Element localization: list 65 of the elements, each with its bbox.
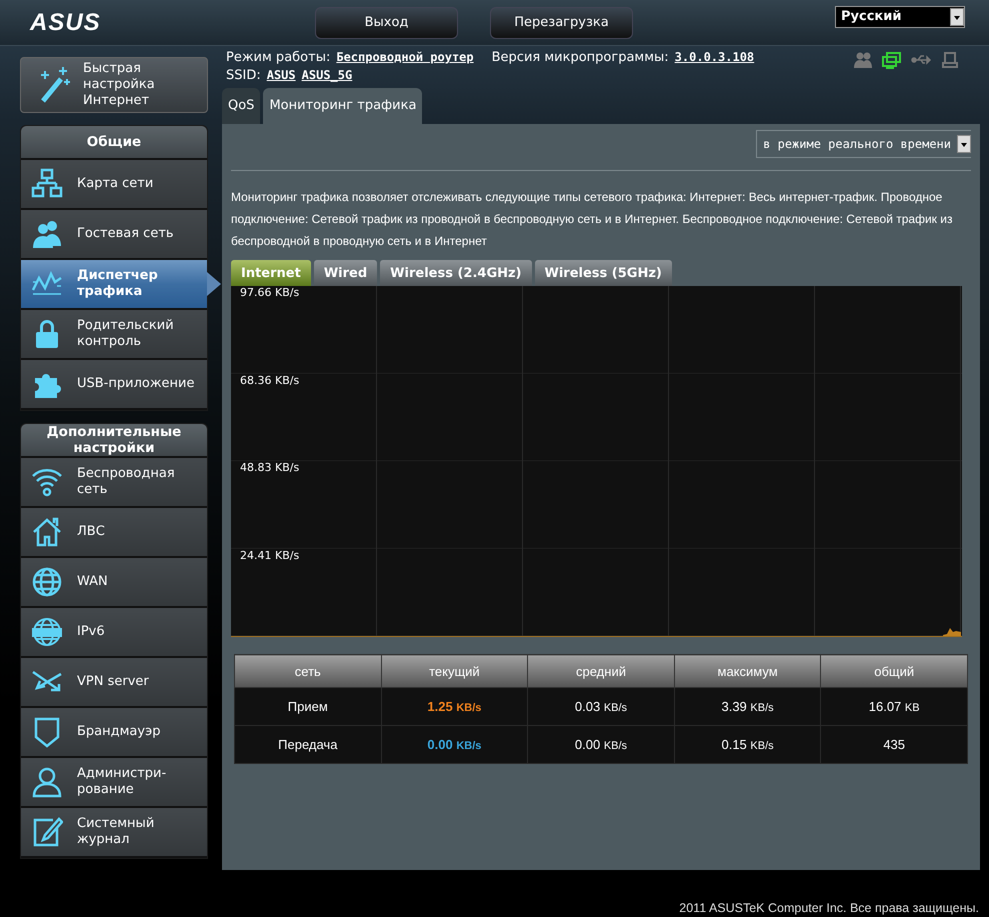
info-label: SSID: — [226, 68, 261, 82]
table-cell: Передача — [234, 726, 382, 764]
traffic-tab[interactable]: Wireless (2.4GHz) — [380, 260, 532, 286]
page-tab[interactable]: Мониторинг трафика — [263, 88, 422, 124]
axis-label: 97.66 KB/s — [240, 286, 300, 300]
section-header: Общие — [21, 126, 207, 160]
ssid-link[interactable]: ASUS — [266, 68, 296, 82]
firmware-link[interactable]: 3.0.0.3.108 — [674, 50, 754, 64]
menu-item[interactable]: Брандмауэр — [21, 708, 207, 758]
table-cell: 0.00 KB/s — [528, 726, 674, 764]
menu-item[interactable]: Карта сети — [21, 160, 207, 210]
menu-item[interactable]: IPv6 — [21, 608, 207, 658]
menu-item[interactable]: Беспроводная сеть — [21, 458, 207, 508]
asus-logo: ASUS — [30, 8, 102, 36]
menu-item[interactable]: Гостевая сеть — [21, 210, 207, 260]
menu-item[interactable]: WAN — [21, 558, 207, 608]
copyright-text: 2011 ASUSTeK Computer Inc. Все права защищены. — [679, 901, 979, 915]
axis-label: 48.83 KB/s — [240, 461, 300, 475]
header-button[interactable]: Перезагрузка — [490, 6, 633, 38]
column-header: текущий — [381, 654, 528, 688]
globe-icon — [31, 566, 63, 598]
menu-item[interactable]: USB-приложение — [21, 360, 207, 410]
column-header: сеть — [234, 654, 382, 688]
menu-item[interactable]: Диспетчер трафика — [21, 260, 207, 310]
globe-icon — [31, 616, 63, 648]
info-label: Режим работы: — [226, 50, 330, 64]
network-status-icon — [882, 51, 902, 69]
table-cell: 0.03 KB/s — [528, 688, 674, 726]
view-select[interactable]: в режиме реального времени — [756, 130, 971, 158]
person-icon — [31, 766, 63, 798]
ssid-link[interactable]: ASUS_5G — [302, 68, 352, 82]
table-cell: 0.00 KB/s — [381, 726, 528, 764]
axis-label: 68.36 KB/s — [240, 374, 300, 388]
axis-label: 24.41 KB/s — [240, 548, 300, 562]
table-cell: 435 — [820, 726, 968, 764]
table-cell: 3.39 KB/s — [674, 688, 821, 726]
menu-item[interactable]: VPN server — [21, 658, 207, 708]
table-cell: 0.15 KB/s — [674, 726, 821, 764]
language-select[interactable]: Русский — [835, 6, 965, 28]
column-header: максимум — [674, 654, 821, 688]
section-header: Дополнительные настройки — [21, 424, 207, 458]
menu-item[interactable]: Системный журнал — [21, 808, 207, 858]
table-cell: 1.25 KB/s — [381, 688, 528, 726]
traffic-tab[interactable]: Wireless (5GHz) — [534, 260, 672, 286]
house-icon — [31, 516, 63, 548]
mode-link[interactable]: Беспроводной роутер — [336, 50, 474, 64]
column-header: средний — [528, 654, 674, 688]
quick-setup-button[interactable]: Быстрая настройка Интернет — [20, 57, 208, 113]
description-text: Мониторинг трафика позволяет отслеживать следующие типы сетевого трафика: Интернет: Весь интернет-трафик. Проводное подключение: Сетевой трафик из проводной в беспроводную сеть и в Интернет. Беспроводное подключение: Сетевой трафик из беспроводной в проводную сеть и в Интернет — [231, 189, 954, 250]
table-cell: Прием — [234, 688, 382, 726]
people-icon — [31, 218, 63, 250]
wifi-icon — [31, 466, 63, 498]
clients-icon — [853, 51, 873, 69]
menu-item[interactable]: Администри-рование — [21, 758, 207, 808]
column-header: общий — [820, 654, 968, 688]
note-edit-icon — [31, 816, 63, 848]
header-button[interactable]: Выход — [315, 6, 458, 38]
table-cell: 16.07 KB — [820, 688, 968, 726]
traffic-tab[interactable]: Wired — [314, 260, 378, 286]
menu-item[interactable]: ЛВС — [21, 508, 207, 558]
page-tab[interactable]: QoS — [222, 88, 260, 124]
info-label: Версия микропрограммы: — [492, 50, 669, 64]
printer-icon — [942, 51, 958, 69]
menu-item[interactable]: Родительский контроль — [21, 310, 207, 360]
network-icon — [31, 168, 63, 200]
